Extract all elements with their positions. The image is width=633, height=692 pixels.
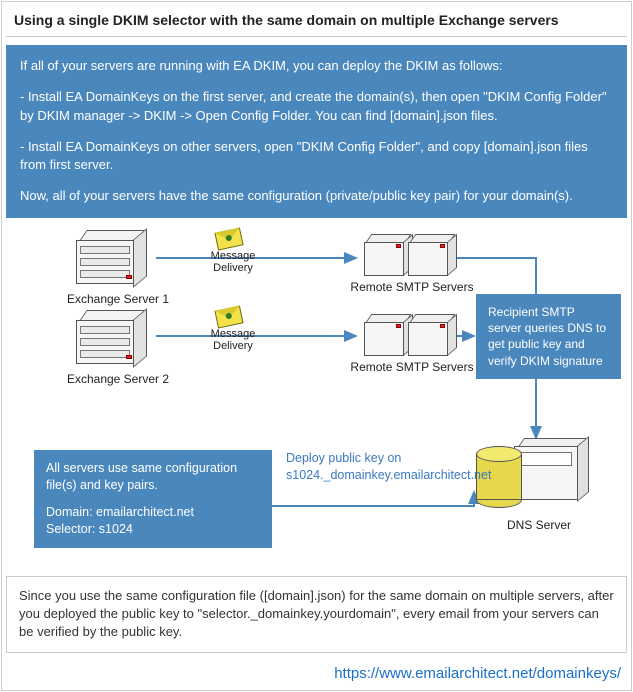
intro-p3: - Install EA DomainKeys on other servers… <box>20 138 613 176</box>
page-title: Using a single DKIM selector with the sa… <box>2 2 631 36</box>
exchange-1-label: Exchange Server 1 <box>58 292 178 306</box>
callout-config-files: All servers use same configuration file(… <box>34 450 272 548</box>
intro-p1: If all of your servers are running with … <box>20 57 613 76</box>
deploy-l1: Deploy public key on <box>286 450 516 467</box>
callout-recipient-dns: Recipient SMTP server queries DNS to get… <box>476 294 621 379</box>
message-delivery-label-1: Message Delivery <box>206 250 260 274</box>
exchange-2-label: Exchange Server 2 <box>58 372 178 386</box>
message-delivery-label-2: Message Delivery <box>206 328 260 352</box>
network-diagram: Exchange Server 1 Exchange Server 2 Mess… <box>6 228 627 568</box>
divider <box>6 36 627 37</box>
footer-note: Since you use the same configuration fil… <box>6 576 627 653</box>
page-container: Using a single DKIM selector with the sa… <box>1 1 632 691</box>
callout-config-l2: Domain: emailarchitect.net <box>46 504 260 521</box>
source-link[interactable]: https://www.emailarchitect.net/domainkey… <box>2 661 631 684</box>
envelope-icon <box>214 306 243 329</box>
dns-server-label: DNS Server <box>494 518 584 532</box>
intro-p2: - Install EA DomainKeys on the first ser… <box>20 88 613 126</box>
remote-smtp-label-1: Remote SMTP Servers <box>342 280 482 294</box>
deploy-key-note: Deploy public key on s1024._domainkey.em… <box>286 450 516 484</box>
exchange-server-2-icon <box>76 310 148 370</box>
exchange-server-1-icon <box>76 230 148 290</box>
remote-smtp-label-2: Remote SMTP Servers <box>342 360 482 374</box>
envelope-icon <box>214 228 243 251</box>
remote-smtp-icon <box>364 234 452 282</box>
callout-config-l1: All servers use same configuration file(… <box>46 460 260 494</box>
deploy-l2: s1024._domainkey.emailarchitect.net <box>286 467 516 484</box>
intro-box: If all of your servers are running with … <box>6 45 627 218</box>
intro-p4: Now, all of your servers have the same c… <box>20 187 613 206</box>
remote-smtp-icon <box>364 314 452 362</box>
callout-config-l3: Selector: s1024 <box>46 521 260 538</box>
